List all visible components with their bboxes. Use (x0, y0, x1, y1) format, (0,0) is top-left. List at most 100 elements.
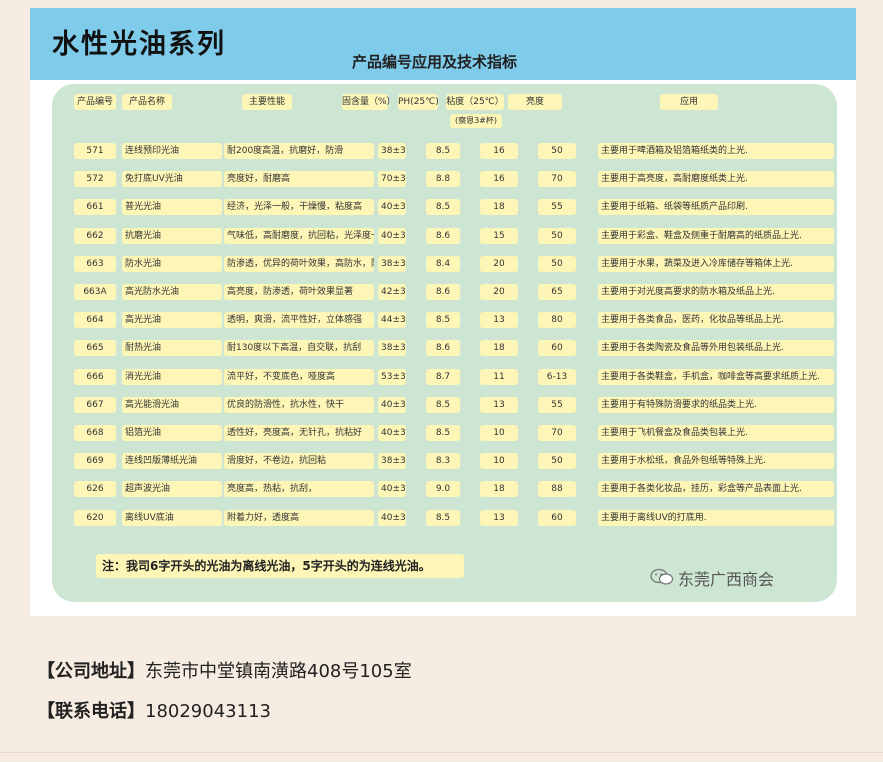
cell-app: 主要用于啤酒箱及铝箔箱纸类的上光. (598, 143, 834, 159)
cell-visc: 20 (480, 255, 518, 272)
cell-code: 572 (74, 171, 116, 188)
cell-app: 主要用于各类鞋盒，手机盒，咖啡盒等高要求纸质上光. (598, 368, 834, 385)
cell-gloss: 50 (538, 227, 576, 244)
cell-solid: 44±3 (378, 312, 406, 329)
series-title: 水性光油系列 (52, 29, 226, 60)
title-banner: 水性光油系列 产品编号应用及技术指标 (30, 8, 856, 80)
cell-app: 主要用于对光度高要求的防水箱及纸品上光. (598, 284, 834, 300)
cell-gloss: 80 (538, 312, 576, 329)
cell-perf: 附着力好，透度高 (224, 509, 374, 526)
cell-solid: 38±3 (378, 143, 406, 159)
cell-visc: 18 (480, 199, 518, 216)
cell-name: 连线预印光油 (122, 143, 222, 159)
cell-gloss: 50 (538, 453, 576, 470)
cell-code: 663A (74, 284, 116, 300)
cell-name: 高光光油 (122, 312, 222, 329)
cell-code: 667 (74, 396, 116, 413)
watermark-text: 东莞广西商会 (678, 570, 775, 589)
cell-code: 665 (74, 340, 116, 357)
cell-code: 664 (74, 312, 116, 329)
cell-solid: 53±3 (378, 368, 406, 385)
cell-perf: 高亮度，防渗透，荷叶效果显著 (224, 284, 374, 300)
cell-solid: 40±3 (378, 509, 406, 526)
cell-code: 662 (74, 227, 116, 244)
table-subtitle: 产品编号应用及技术指标 (352, 53, 518, 71)
cell-perf: 耐200度高温，抗磨好，防滑 (224, 143, 374, 159)
cell-name: 连线凹版薄纸光油 (122, 453, 222, 470)
cell-ph: 8.5 (426, 143, 460, 159)
cell-perf: 亮度高，热粘，抗刮， (224, 481, 374, 498)
cell-app: 主要用于高亮度，高耐磨度纸类上光. (598, 171, 834, 188)
cell-app: 主要用于有特殊防滑要求的纸品类上光. (598, 396, 834, 413)
address-value: 东莞市中堂镇南潢路408号105室 (145, 661, 412, 682)
cell-gloss: 50 (538, 143, 576, 159)
header-ph: PH(25℃) (398, 94, 439, 110)
cell-visc: 13 (480, 396, 518, 413)
cell-name: 耐热光油 (122, 340, 222, 357)
cell-gloss: 65 (538, 284, 576, 300)
cell-visc: 13 (480, 312, 518, 329)
cell-ph: 8.6 (426, 284, 460, 300)
cell-solid: 38±3 (378, 453, 406, 470)
cell-solid: 40±3 (378, 227, 406, 244)
cell-gloss: 70 (538, 171, 576, 188)
cell-ph: 8.5 (426, 396, 460, 413)
header-name: 产品名称 (122, 94, 172, 110)
cell-gloss: 55 (538, 199, 576, 216)
cell-code: 626 (74, 481, 116, 498)
cell-solid: 40±3 (378, 425, 406, 441)
cell-visc: 10 (480, 453, 518, 470)
header-viscosity-note: (察恩3#杯) (450, 114, 502, 128)
cell-code: 571 (74, 143, 116, 159)
cell-name: 普光光油 (122, 199, 222, 216)
cell-name: 高光能滑光油 (122, 396, 222, 413)
header-gloss: 亮度 (508, 94, 562, 110)
cell-ph: 8.8 (426, 171, 460, 188)
cell-perf: 透明，爽滑，流平性好，立体感强 (224, 312, 374, 329)
cell-code: 669 (74, 453, 116, 470)
cell-solid: 38±3 (378, 340, 406, 357)
cell-app: 主要用于纸箱、纸袋等纸质产品印刷. (598, 199, 834, 216)
cell-perf: 气味低，高耐磨度，抗回粘，光泽度一般 (224, 227, 374, 244)
cell-visc: 18 (480, 481, 518, 498)
cell-ph: 8.3 (426, 453, 460, 470)
cell-name: 离线UV底油 (122, 509, 222, 526)
product-image: 水性光油系列 产品编号应用及技术指标 产品编号 产品名称 主要性能 固含量（%）… (30, 8, 856, 616)
cell-perf: 透性好，亮度高，无针孔，抗粘好 (224, 425, 374, 441)
cell-ph: 8.6 (426, 227, 460, 244)
header-solid: 固含量（%） (342, 94, 396, 110)
cell-solid: 40±3 (378, 396, 406, 413)
header-application: 应用 (660, 94, 718, 110)
cell-name: 超声波光油 (122, 481, 222, 498)
cell-ph: 8.4 (426, 255, 460, 272)
cell-app: 主要用于各类化妆品，挂历，彩盒等产品表面上光. (598, 481, 834, 498)
cell-solid: 38±3 (378, 255, 406, 272)
cell-code: 661 (74, 199, 116, 216)
header-code: 产品编号 (74, 94, 116, 110)
header-performance: 主要性能 (242, 94, 292, 110)
cell-name: 抗磨光油 (122, 227, 222, 244)
cell-perf: 经济，光泽一般，干燥慢，粘度高 (224, 199, 374, 216)
cell-name: 防水光油 (122, 255, 222, 272)
cell-app: 主要用于飞机餐盒及食品类包装上光. (598, 425, 834, 441)
wechat-icon (650, 568, 674, 585)
cell-ph: 9.0 (426, 481, 460, 498)
cell-solid: 70±3 (378, 171, 406, 188)
cell-solid: 40±3 (378, 199, 406, 216)
cell-visc: 15 (480, 227, 518, 244)
cell-app: 主要用于离线UV的打底用. (598, 509, 834, 526)
cell-ph: 8.5 (426, 312, 460, 329)
cell-gloss: 50 (538, 255, 576, 272)
cell-code: 666 (74, 368, 116, 385)
cell-solid: 40±3 (378, 481, 406, 498)
cell-app: 主要用于彩盒、鞋盒及侧重于耐磨高的纸质品上光. (598, 227, 834, 244)
cell-perf: 滑度好，不卷边，抗回粘 (224, 453, 374, 470)
cell-name: 铝箔光油 (122, 425, 222, 441)
address-label: 【公司地址】 (37, 661, 145, 682)
header-viscosity: 粘度（25℃） (446, 94, 504, 110)
cell-perf: 耐130度以下高温，自交联，抗刮 (224, 340, 374, 357)
cell-app: 主要用于各类食品，医药，化妆品等纸品上光. (598, 312, 834, 329)
cell-visc: 16 (480, 171, 518, 188)
spec-table: 产品编号 产品名称 主要性能 固含量（%） PH(25℃) 粘度（25℃） (察… (52, 84, 837, 602)
cell-ph: 8.5 (426, 199, 460, 216)
